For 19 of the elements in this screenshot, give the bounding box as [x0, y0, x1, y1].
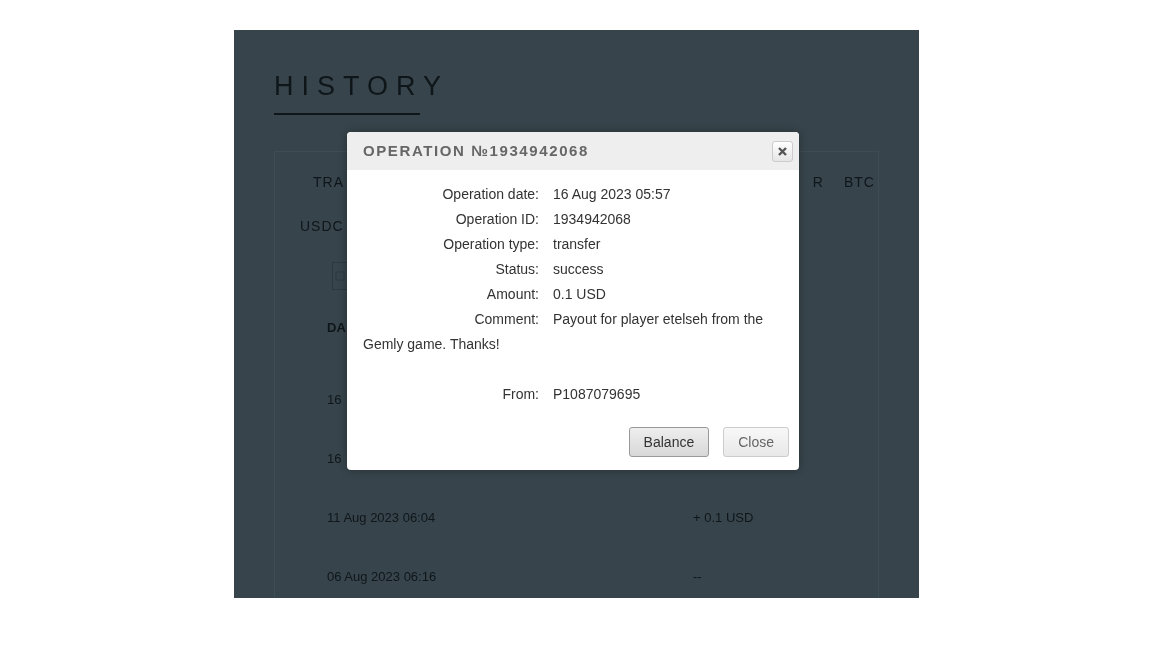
balance-button[interactable]: Balance [628, 427, 710, 457]
field-value: success [553, 260, 604, 279]
field-value: 1934942068 [553, 210, 631, 229]
field-label: Operation ID: [454, 210, 540, 229]
field-value: P1087079695 [553, 385, 641, 404]
table-cell-text: -- [693, 568, 702, 587]
close-icon [778, 146, 787, 156]
field-label: Operation type: [442, 235, 540, 254]
field-label: From: [501, 385, 540, 404]
close-button[interactable] [772, 140, 793, 162]
field-label: Operation date: [441, 185, 540, 204]
field-label: Status: [494, 260, 540, 279]
field-value: 16 Aug 2023 05:57 [553, 185, 671, 204]
comment-text: Comment: Payout for player etelseh from the Gemly game. Thanks! [363, 310, 765, 354]
dialog-title: OPERATION №1934942068 [363, 140, 589, 161]
field-value: 0.1 USD [553, 285, 606, 304]
field-label: Amount: [485, 285, 540, 304]
field-value: transfer [553, 235, 601, 254]
close-button[interactable]: Close [723, 427, 789, 457]
